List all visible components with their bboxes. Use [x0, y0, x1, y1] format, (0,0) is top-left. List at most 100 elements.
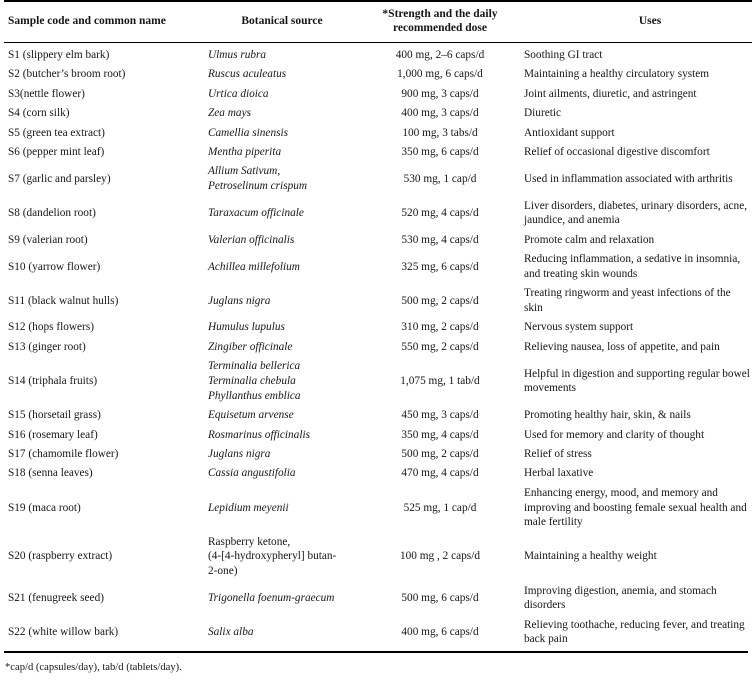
cell-sample-code: S12 (hops flowers) [8, 321, 94, 334]
table-row: S14 (triphala fruits) Terminalia belleric… [4, 357, 752, 406]
cell-uses: Herbal laxative [524, 467, 594, 480]
cell-strength-dose: 470 mg, 4 caps/d [401, 467, 479, 480]
cell-botanical-source: Zea mays [208, 107, 251, 120]
table-footnote: *cap/d (capsules/day), tab/d (tablets/da… [5, 662, 182, 673]
column-header-strength-dose: *Strength and the daily recommended dose [360, 0, 520, 43]
table-row: S16 (rosemary leaf) Rosmarinus officinali… [4, 425, 752, 444]
cell-botanical-source: Zingiber officinale [208, 340, 293, 353]
cell-sample-code: S19 (maca root) [8, 501, 81, 514]
cell-strength-dose: 530 mg, 1 cap/d [403, 172, 477, 185]
cell-strength-dose: 350 mg, 6 caps/d [401, 146, 479, 159]
cell-sample-code: S21 (fenugreek seed) [8, 591, 104, 604]
cell-uses: Promote calm and relaxation [524, 233, 655, 246]
cell-uses: Antioxidant support [524, 126, 615, 139]
cell-uses: Enhancing energy, mood, and memory and i… [524, 486, 747, 529]
cell-sample-code: S18 (senna leaves) [8, 467, 93, 480]
cell-botanical-source: Valerian officinalis [208, 233, 295, 246]
cell-strength-dose: 520 mg, 4 caps/d [401, 206, 479, 219]
cell-uses: Nervous system support [524, 321, 634, 334]
cell-botanical-source: Taraxacum officinale [208, 206, 304, 219]
cell-sample-code: S20 (raspberry extract) [8, 550, 113, 563]
cell-botanical-source: Camellia sinensis [208, 126, 289, 139]
cell-sample-code: S16 (rosemary leaf) [8, 428, 98, 441]
table-header: Sample code and common name Botanical so… [4, 0, 752, 43]
cell-sample-code: S2 (butcher’s broom root) [8, 68, 126, 81]
cell-botanical-source: Urtica dioica [208, 87, 269, 100]
table-row: S12 (hops flowers) Humulus lupulus 310 mg,… [4, 318, 752, 337]
cell-uses: Reducing inflammation, a sedative in ins… [524, 253, 741, 280]
cell-sample-code: S7 (garlic and parsley) [8, 172, 111, 185]
cell-strength-dose: 325 mg, 6 caps/d [401, 260, 479, 273]
cell-uses: Used in inflammation associated with art… [524, 172, 733, 185]
cell-strength-dose: 310 mg, 2 caps/d [401, 321, 479, 334]
cell-sample-code: S4 (corn silk) [8, 107, 70, 120]
cell-strength-dose: 1,000 mg, 6 caps/d [397, 68, 483, 81]
cell-botanical-source: Trigonella foenum-graecum [208, 591, 335, 604]
cell-strength-dose: 500 mg, 6 caps/d [401, 591, 479, 604]
cell-uses: Relief of occasional digestive discomfor… [524, 146, 710, 159]
cell-sample-code: S13 (ginger root) [8, 340, 86, 353]
table-row: S17 (chamomile flower) Juglans nigra 500 m… [4, 445, 752, 464]
cell-botanical-source: Humulus lupulus [208, 321, 285, 334]
table-row: S11 (black walnut hulls) Juglans nigra 500… [4, 284, 752, 318]
cell-botanical-source: Allium Sativum, Petroselinum crispum [208, 165, 308, 193]
table-row: S22 (white willow bark) Salix alba 400 mg,… [4, 615, 752, 651]
cell-sample-code: S5 (green tea extract) [8, 126, 105, 139]
table-row: S1 (slippery elm bark) Ulmus rubra 400 mg,… [4, 42, 752, 65]
cell-sample-code: S6 (pepper mint leaf) [8, 146, 105, 159]
cell-uses: Promoting healthy hair, skin, & nails [524, 409, 691, 422]
cell-strength-dose: 530 mg, 4 caps/d [401, 233, 479, 246]
table-row: S3(nettle flower) Urtica dioica 900 mg, 3 … [4, 84, 752, 103]
table-page: Sample code and common name Botanical so… [0, 0, 752, 690]
table-row: S10 (yarrow flower) Achillea millefolium 3… [4, 250, 752, 284]
cell-botanical-source: Cassia angustifolia [208, 467, 296, 480]
cell-sample-code: S1 (slippery elm bark) [8, 48, 110, 61]
column-header-uses: Uses [520, 0, 752, 43]
cell-uses: Used for memory and clarity of thought [524, 428, 705, 441]
herbal-supplements-table: Sample code and common name Botanical so… [4, 0, 752, 651]
cell-uses: Maintaining a healthy weight [524, 550, 657, 563]
table-header-row: Sample code and common name Botanical so… [4, 0, 752, 43]
cell-sample-code: S9 (valerian root) [8, 233, 88, 246]
cell-strength-dose: 400 mg, 3 caps/d [401, 107, 479, 120]
column-header-sample-code: Sample code and common name [4, 0, 204, 43]
cell-botanical-source: Salix alba [208, 625, 254, 638]
cell-strength-dose: 400 mg, 2–6 caps/d [395, 48, 485, 61]
cell-botanical-source: Juglans nigra [208, 294, 271, 307]
cell-uses: Improving digestion, anemia, and stomach… [524, 584, 717, 612]
table-row: S6 (pepper mint leaf) Mentha piperita 350 … [4, 143, 752, 162]
cell-strength-dose: 500 mg, 2 caps/d [401, 448, 479, 461]
cell-uses: Joint ailments, diuretic, and astringent [524, 87, 697, 100]
table-row: S15 (horsetail grass) Equisetum arvense 45… [4, 406, 752, 425]
cell-uses: Treating ringworm and yeast infections o… [524, 287, 731, 314]
cell-uses: Diuretic [524, 107, 562, 120]
table-body: S1 (slippery elm bark) Ulmus rubra 400 mg,… [4, 42, 752, 651]
cell-uses: Liver disorders, diabetes, urinary disor… [524, 199, 748, 227]
cell-botanical-source: Lepidium meyenii [208, 501, 289, 514]
cell-uses: Soothing GI tract [524, 48, 603, 61]
cell-botanical-source: Rosmarinus officinalis [208, 428, 310, 441]
cell-botanical-source: Juglans nigra [208, 448, 271, 461]
cell-sample-code: S3(nettle flower) [8, 87, 85, 100]
cell-botanical-source: Mentha piperita [208, 146, 282, 159]
cell-strength-dose: 1,075 mg, 1 tab/d [400, 375, 480, 387]
cell-botanical-source: Ruscus aculeatus [208, 68, 287, 81]
table-row: S2 (butcher’s broom root) Ruscus aculeatu… [4, 65, 752, 84]
cell-sample-code: S17 (chamomile flower) [8, 448, 119, 461]
cell-botanical-source: Terminalia bellerica Terminalia chebula … [208, 360, 301, 402]
cell-strength-dose: 100 mg , 2 caps/d [399, 550, 480, 563]
cell-sample-code: S15 (horsetail grass) [8, 409, 101, 422]
cell-strength-dose: 400 mg, 6 caps/d [401, 625, 479, 638]
cell-strength-dose: 525 mg, 1 cap/d [403, 501, 477, 514]
cell-uses: Relieving toothache, reducing fever, and… [524, 618, 745, 646]
cell-strength-dose: 900 mg, 3 caps/d [401, 87, 479, 100]
cell-sample-code: S8 (dandelion root) [8, 206, 96, 219]
table-row: S7 (garlic and parsley) Allium Sativum, P… [4, 162, 752, 196]
cell-uses: Relieving nausea, loss of appetite, and … [524, 340, 720, 353]
table-row: S20 (raspberry extract) Raspberry ketone,… [4, 532, 752, 581]
table-row: S8 (dandelion root) Taraxacum officinale 5… [4, 196, 752, 230]
cell-botanical-source: Equisetum arvense [208, 409, 294, 422]
cell-uses: Helpful in digestion and supporting regu… [524, 367, 750, 395]
cell-botanical-source: Achillea millefolium [208, 260, 300, 273]
cell-strength-dose: 100 mg, 3 tabs/d [402, 126, 478, 139]
